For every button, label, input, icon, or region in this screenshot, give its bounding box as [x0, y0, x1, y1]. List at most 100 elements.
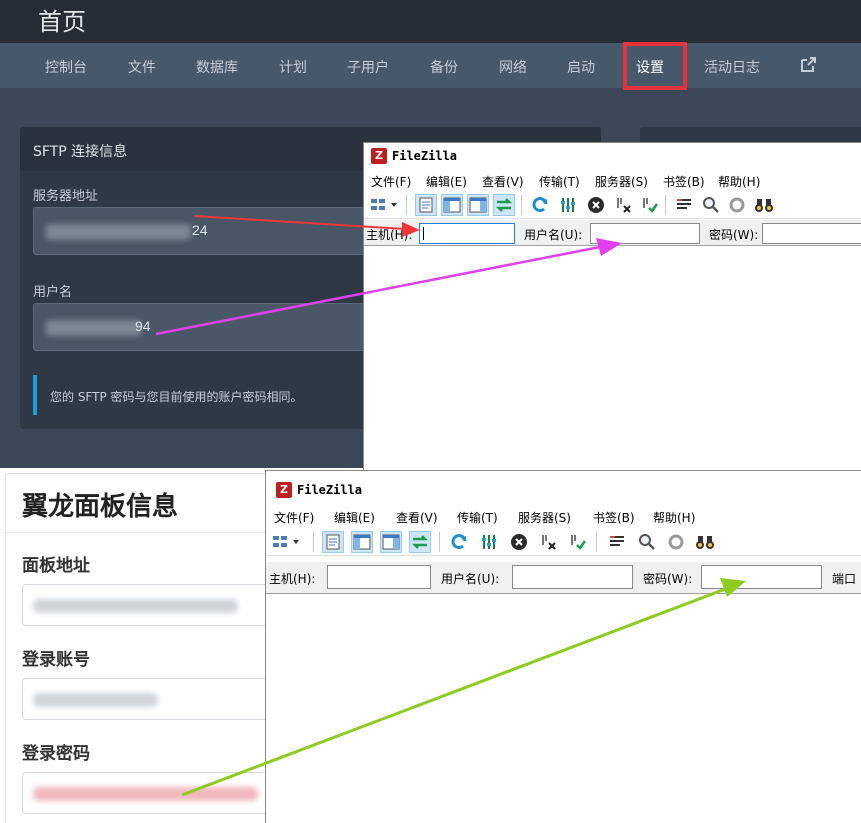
menu-help[interactable]: 帮助(H) [718, 173, 760, 190]
filter-icon[interactable] [606, 531, 628, 553]
username-label: 用户名(U): [441, 572, 500, 586]
filezilla-menubar: 文件(F) 编辑(E) 查看(V) 传输(T) 服务器(S) 书签(B) 帮助(… [364, 169, 861, 191]
menu-transfer[interactable]: 传输(T) [539, 173, 580, 190]
transfer-queue-icon[interactable] [493, 194, 515, 216]
login-account-field[interactable] [22, 678, 282, 720]
compare-binoculars-icon[interactable] [753, 194, 775, 216]
menu-file[interactable]: 文件(F) [274, 509, 314, 526]
server-address-label: 服务器地址 [33, 189, 99, 204]
server-nav-bar: 控制台 文件 数据库 计划 子用户 备份 网络 启动 设置 活动日志 [0, 43, 861, 88]
filezilla-title: FileZilla [392, 149, 458, 163]
page-title: 首页 [38, 8, 86, 36]
username-label: 用户名 [33, 285, 73, 300]
local-tree-icon[interactable] [351, 531, 373, 553]
process-queue-icon[interactable] [557, 194, 579, 216]
process-queue-icon[interactable] [478, 531, 500, 553]
nav-files[interactable]: 文件 [128, 57, 156, 77]
host-input[interactable] [327, 565, 431, 589]
sync-browse-icon[interactable] [665, 531, 687, 553]
username-input[interactable] [512, 565, 633, 589]
host-label: 主机(H): [366, 228, 413, 242]
menu-bookmarks[interactable]: 书签(B) [593, 509, 635, 526]
menu-edit[interactable]: 编辑(E) [334, 509, 375, 526]
nav-startup[interactable]: 启动 [567, 57, 595, 77]
port-label: 端口 [832, 572, 857, 586]
username-input[interactable] [590, 223, 700, 244]
filezilla-window-top: Z FileZilla 文件(F) 编辑(E) 查看(V) 传输(T) 服务器(… [363, 142, 861, 472]
redacted-value [33, 599, 238, 613]
host-input[interactable] [419, 223, 515, 244]
toolbar-separator [406, 195, 407, 215]
local-tree-icon[interactable] [441, 194, 463, 216]
nav-schedules[interactable]: 计划 [279, 57, 307, 77]
toolbar-separator [596, 532, 597, 552]
login-password-field[interactable] [22, 772, 282, 814]
refresh-icon[interactable] [448, 531, 470, 553]
menu-file[interactable]: 文件(F) [371, 173, 411, 190]
remote-tree-icon[interactable] [380, 531, 402, 553]
message-log-icon[interactable] [415, 194, 437, 216]
redacted-value [46, 320, 141, 336]
remote-tree-icon[interactable] [467, 194, 489, 216]
login-password-label: 登录密码 [22, 744, 90, 764]
host-label: 主机(H): [269, 572, 316, 586]
filezilla-toolbar [364, 191, 861, 219]
toolbar-separator [313, 532, 314, 552]
cancel-icon[interactable] [508, 531, 530, 553]
filter-icon[interactable] [673, 194, 695, 216]
search-icon[interactable] [700, 194, 722, 216]
filezilla-title: FileZilla [297, 483, 363, 497]
filezilla-logo-icon: Z [371, 148, 387, 164]
site-manager-icon[interactable] [270, 531, 304, 553]
disconnect-icon[interactable] [613, 194, 635, 216]
filezilla-titlebar: Z FileZilla [364, 143, 861, 169]
nav-backups[interactable]: 备份 [430, 57, 458, 77]
nav-console[interactable]: 控制台 [45, 57, 87, 77]
redacted-value [33, 693, 158, 707]
divider [6, 532, 296, 533]
reconnect-icon[interactable] [567, 531, 589, 553]
text-caret [423, 227, 424, 240]
menu-server[interactable]: 服务器(S) [595, 173, 648, 190]
sftp-note-text: 您的 SFTP 密码与您目前使用的账户密码相同。 [50, 390, 303, 404]
filezilla-toolbar [266, 528, 861, 556]
filezilla-logo-icon: Z [276, 482, 292, 498]
reconnect-icon[interactable] [639, 194, 661, 216]
panel-url-field[interactable] [22, 584, 282, 626]
panel-url-label: 面板地址 [22, 556, 90, 576]
password-label: 密码(W): [709, 228, 759, 242]
nav-network[interactable]: 网络 [499, 57, 527, 77]
message-log-icon[interactable] [322, 531, 344, 553]
menu-help[interactable]: 帮助(H) [653, 509, 695, 526]
compare-binoculars-icon[interactable] [694, 531, 716, 553]
search-icon[interactable] [636, 531, 658, 553]
nav-subusers[interactable]: 子用户 [347, 57, 389, 77]
sftp-card-title: SFTP 连接信息 [33, 144, 128, 160]
server-address-tail: 24 [192, 222, 208, 238]
site-manager-icon[interactable] [368, 194, 402, 216]
nav-databases[interactable]: 数据库 [196, 57, 238, 77]
menu-server[interactable]: 服务器(S) [518, 509, 571, 526]
menu-edit[interactable]: 编辑(E) [426, 173, 467, 190]
redacted-value [33, 787, 258, 801]
menu-bookmarks[interactable]: 书签(B) [663, 173, 705, 190]
nav-activity-log[interactable]: 活动日志 [704, 57, 760, 77]
username-label: 用户名(U): [524, 228, 583, 242]
panel-info-title: 翼龙面板信息 [22, 492, 179, 522]
password-input[interactable] [701, 565, 822, 589]
sync-browse-icon[interactable] [726, 194, 748, 216]
menu-transfer[interactable]: 传输(T) [457, 509, 498, 526]
menu-view[interactable]: 查看(V) [482, 173, 524, 190]
redacted-value [46, 224, 191, 240]
menu-view[interactable]: 查看(V) [396, 509, 438, 526]
transfer-queue-icon[interactable] [409, 531, 431, 553]
panel-info-card: 翼龙面板信息 面板地址 登录账号 登录密码 [5, 473, 296, 823]
cancel-icon[interactable] [585, 194, 607, 216]
quickconnect-bar: 主机(H): 用户名(U): 密码(W): 端口 [266, 562, 861, 594]
disconnect-icon[interactable] [538, 531, 560, 553]
filezilla-window-bottom: Z FileZilla 文件(F) 编辑(E) 查看(V) 传输(T) 服务器(… [265, 470, 861, 823]
refresh-icon[interactable] [529, 194, 551, 216]
password-label: 密码(W): [643, 572, 693, 586]
password-input[interactable] [762, 223, 861, 244]
external-link-icon[interactable] [799, 56, 817, 74]
